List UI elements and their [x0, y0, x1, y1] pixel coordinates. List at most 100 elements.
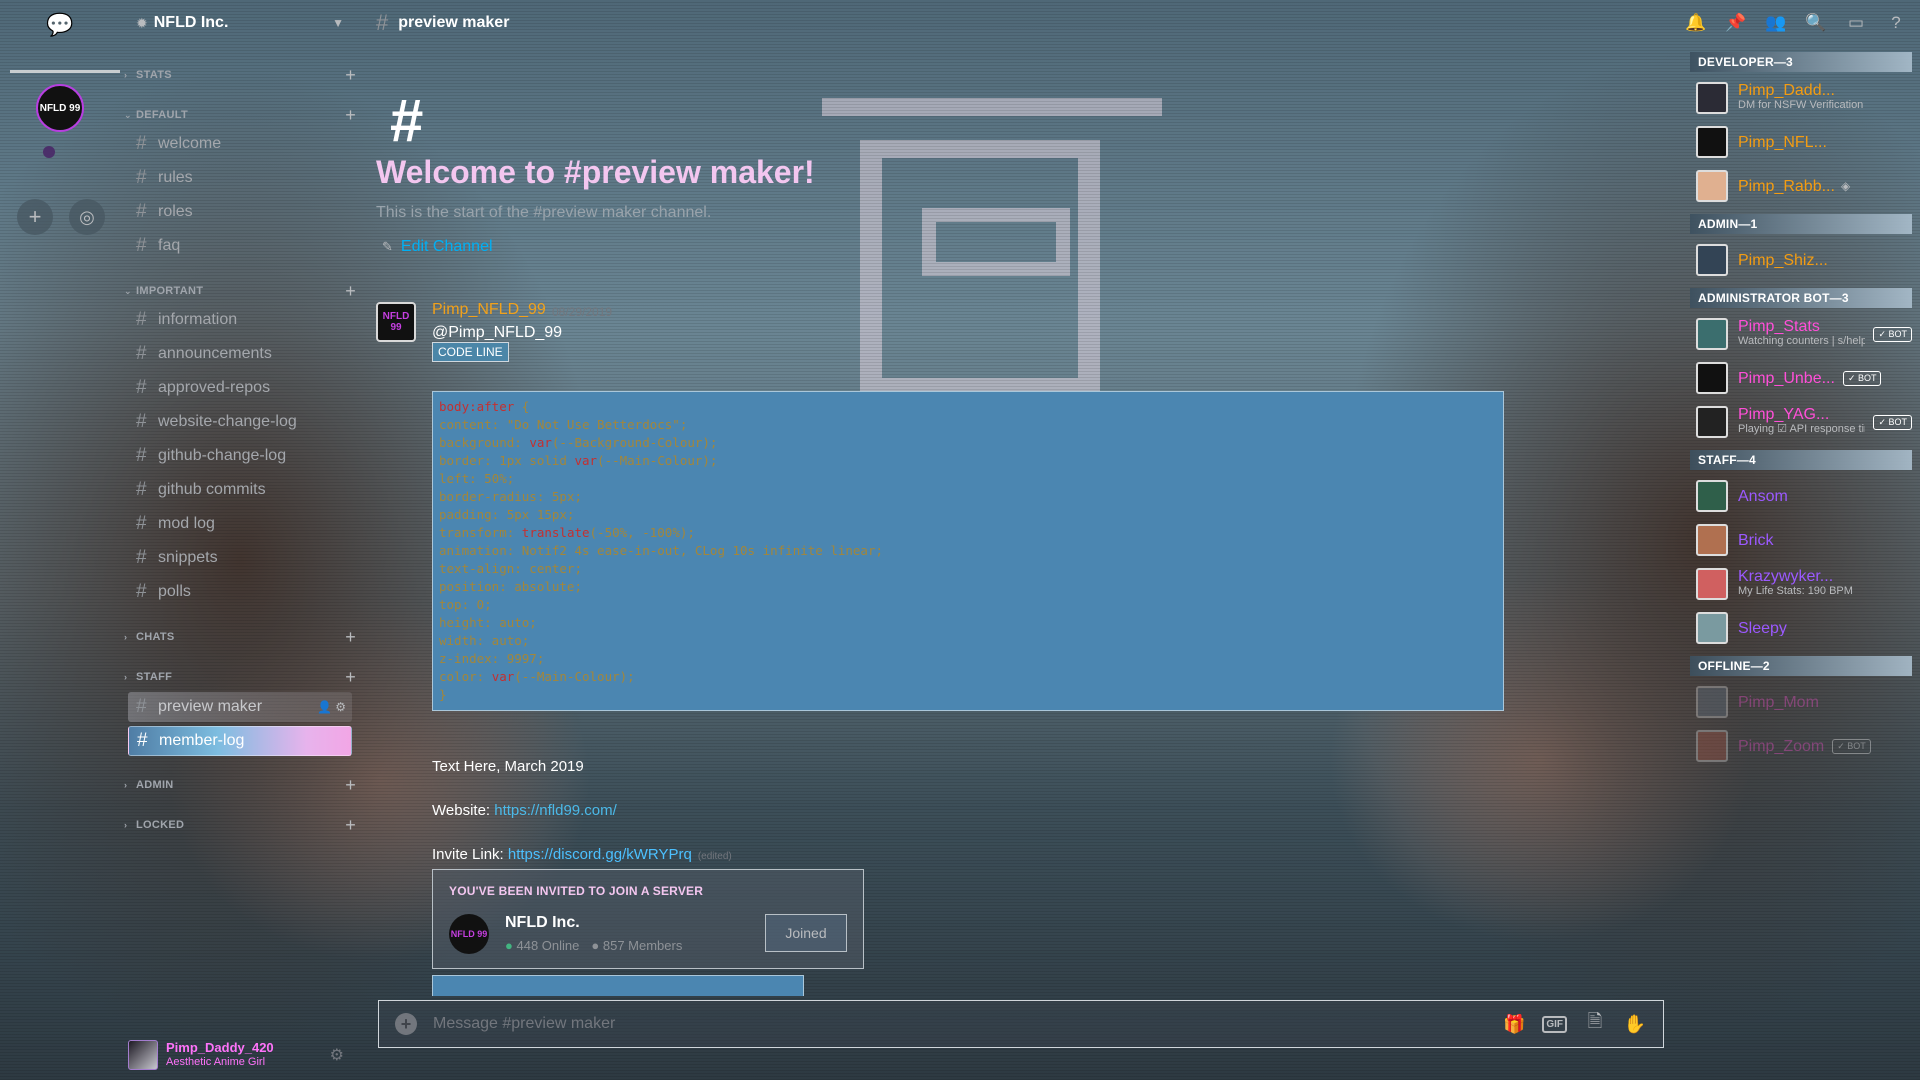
- add-channel-icon[interactable]: +: [345, 667, 356, 688]
- avatar[interactable]: [128, 1040, 158, 1070]
- channel-github-change-log[interactable]: # github-change-log: [128, 441, 352, 471]
- category-default[interactable]: ⌄ DEFAULT +: [124, 105, 356, 125]
- channel-title: preview maker: [398, 14, 510, 31]
- hash-icon: #: [136, 309, 147, 330]
- channel-faq[interactable]: # faq: [128, 231, 352, 261]
- search-icon[interactable]: 🔍: [1805, 13, 1826, 33]
- invite-settings-icons[interactable]: 👤 ⚙: [317, 700, 346, 714]
- help-icon[interactable]: ?: [1886, 13, 1906, 33]
- hash-icon: #: [136, 201, 147, 222]
- code-token: content: "Do Not Use Betterdocs";: [439, 417, 688, 432]
- hash-icon: #: [136, 133, 147, 154]
- user-settings-gear-icon[interactable]: ⚙: [330, 1045, 344, 1065]
- sticker-icon[interactable]: 🗎: [1583, 1009, 1607, 1039]
- server-icon[interactable]: NFLD 99: [36, 84, 84, 132]
- hash-icon: #: [136, 411, 147, 432]
- code-line-label: CODE LINE: [432, 342, 509, 362]
- member-status: DM for NSFW Verification: [1738, 99, 1864, 111]
- add-channel-icon[interactable]: +: [345, 775, 356, 796]
- member-item[interactable]: Pimp_Stats Watching counters | s/help ✓ BO…: [1690, 314, 1912, 354]
- channel-approved-repos[interactable]: # approved-repos: [128, 373, 352, 403]
- member-item[interactable]: Sleepy: [1690, 608, 1912, 648]
- channel-preview-maker[interactable]: # preview maker 👤 ⚙: [128, 692, 352, 722]
- member-item[interactable]: Pimp_Unbe... ✓ BOT: [1690, 358, 1912, 398]
- channel-announcements[interactable]: # announcements: [128, 339, 352, 369]
- avatar: [1696, 730, 1728, 762]
- home-chat-icon[interactable]: 💬: [45, 12, 75, 42]
- member-info: Pimp_NFL...: [1738, 135, 1827, 150]
- member-item[interactable]: Pimp_Zoom ✓ BOT: [1690, 726, 1912, 766]
- gift-icon[interactable]: 🎁: [1502, 1014, 1526, 1035]
- channel-website-change-log[interactable]: # website-change-log: [128, 407, 352, 437]
- members-icon[interactable]: 👥: [1765, 13, 1786, 33]
- invite-link[interactable]: https://discord.gg/kWRYPrq: [508, 846, 692, 863]
- bot-badge: ✓ BOT: [1873, 326, 1912, 342]
- member-name: Pimp_Mom: [1738, 694, 1819, 710]
- channel-mod-log[interactable]: # mod log: [128, 509, 352, 539]
- code-line: z-index: 9997;: [439, 650, 1497, 668]
- chevron-down-icon[interactable]: ▼: [332, 16, 344, 30]
- category-chats[interactable]: › CHATS +: [124, 627, 356, 647]
- website-line: Website: https://nfld99.com/: [432, 802, 617, 819]
- code-line: body:after {: [439, 398, 1497, 416]
- server-header[interactable]: ✹ NFLD Inc. ▼: [120, 0, 360, 46]
- add-channel-icon[interactable]: +: [345, 815, 356, 836]
- channel-snippets[interactable]: # snippets: [128, 543, 352, 573]
- emoji-icon[interactable]: ✋: [1623, 1014, 1647, 1035]
- add-channel-icon[interactable]: +: [345, 627, 356, 648]
- channel-roles[interactable]: # roles: [128, 197, 352, 227]
- member-item[interactable]: Pimp_NFL...: [1690, 122, 1912, 162]
- member-item[interactable]: Krazywyker... My Life Stats: 190 BPM: [1690, 564, 1912, 604]
- channel-welcome[interactable]: # welcome: [128, 129, 352, 159]
- code-line: transform: translate(-50%, -100%);: [439, 524, 1497, 542]
- member-item[interactable]: Pimp_Dadd... DM for NSFW Verification: [1690, 78, 1912, 118]
- add-server-icon[interactable]: +: [17, 199, 53, 235]
- unread-dot: [43, 146, 55, 158]
- member-info: Pimp_Stats Watching counters | s/help: [1738, 319, 1865, 349]
- chevron-right-icon: ›: [124, 632, 128, 642]
- add-channel-icon[interactable]: +: [345, 105, 356, 126]
- inbox-icon[interactable]: ▭: [1846, 13, 1866, 33]
- code-token: (--Main-Colour);: [514, 669, 635, 684]
- member-item[interactable]: Ansom: [1690, 476, 1912, 516]
- code-token: }: [439, 687, 447, 702]
- server-name: NFLD Inc.: [153, 14, 229, 31]
- channel-polls[interactable]: # polls: [128, 577, 352, 607]
- explore-compass-icon[interactable]: ◎: [69, 199, 105, 235]
- avatar: [1696, 480, 1728, 512]
- channel-rules[interactable]: # rules: [128, 163, 352, 193]
- channel-information[interactable]: # information: [128, 305, 352, 335]
- channel-github-commits[interactable]: # github commits: [128, 475, 352, 505]
- member-item[interactable]: Pimp_YAG... Playing ☑ API response time ✓ …: [1690, 402, 1912, 442]
- code-line: width: auto;: [439, 632, 1497, 650]
- message-author[interactable]: Pimp_NFLD_99: [432, 301, 546, 319]
- category-important[interactable]: ⌄ IMPORTANT +: [124, 281, 356, 301]
- edit-channel-button[interactable]: ✎ Edit Channel: [382, 238, 493, 256]
- add-channel-icon[interactable]: +: [345, 65, 356, 86]
- add-channel-icon[interactable]: +: [345, 281, 356, 302]
- invite-card: YOU'VE BEEN INVITED TO JOIN A SERVER NFL…: [432, 869, 864, 969]
- member-item[interactable]: Brick: [1690, 520, 1912, 560]
- bell-icon[interactable]: 🔔: [1685, 13, 1706, 33]
- code-line: top: 0;: [439, 596, 1497, 614]
- message-mention[interactable]: @Pimp_NFLD_99: [432, 324, 562, 342]
- channel-member-log[interactable]: # member-log: [128, 726, 352, 756]
- message-avatar[interactable]: NFLD 99: [376, 302, 416, 342]
- website-link[interactable]: https://nfld99.com/: [494, 802, 617, 819]
- gif-icon[interactable]: GIF: [1542, 1015, 1567, 1033]
- joined-button[interactable]: Joined: [765, 914, 847, 952]
- hash-icon: #: [136, 513, 147, 534]
- category-staff[interactable]: › STAFF +: [124, 667, 356, 687]
- category-stats[interactable]: › STATS +: [124, 65, 356, 85]
- member-item[interactable]: Pimp_Rabb... ◈: [1690, 166, 1912, 206]
- code-token: top: 0;: [439, 597, 492, 612]
- category-admin[interactable]: › ADMIN +: [124, 775, 356, 795]
- message-input[interactable]: [433, 1015, 1487, 1033]
- add-attachment-icon[interactable]: +: [395, 1013, 417, 1035]
- invite-server-stats: ● 448 Online ● 857 Members: [505, 938, 683, 953]
- member-item[interactable]: Pimp_Mom: [1690, 682, 1912, 722]
- member-item[interactable]: Pimp_Shiz...: [1690, 240, 1912, 280]
- pin-icon[interactable]: 📌: [1725, 13, 1746, 33]
- category-locked[interactable]: › LOCKED +: [124, 815, 356, 835]
- member-name: Pimp_Rabb...: [1738, 178, 1835, 194]
